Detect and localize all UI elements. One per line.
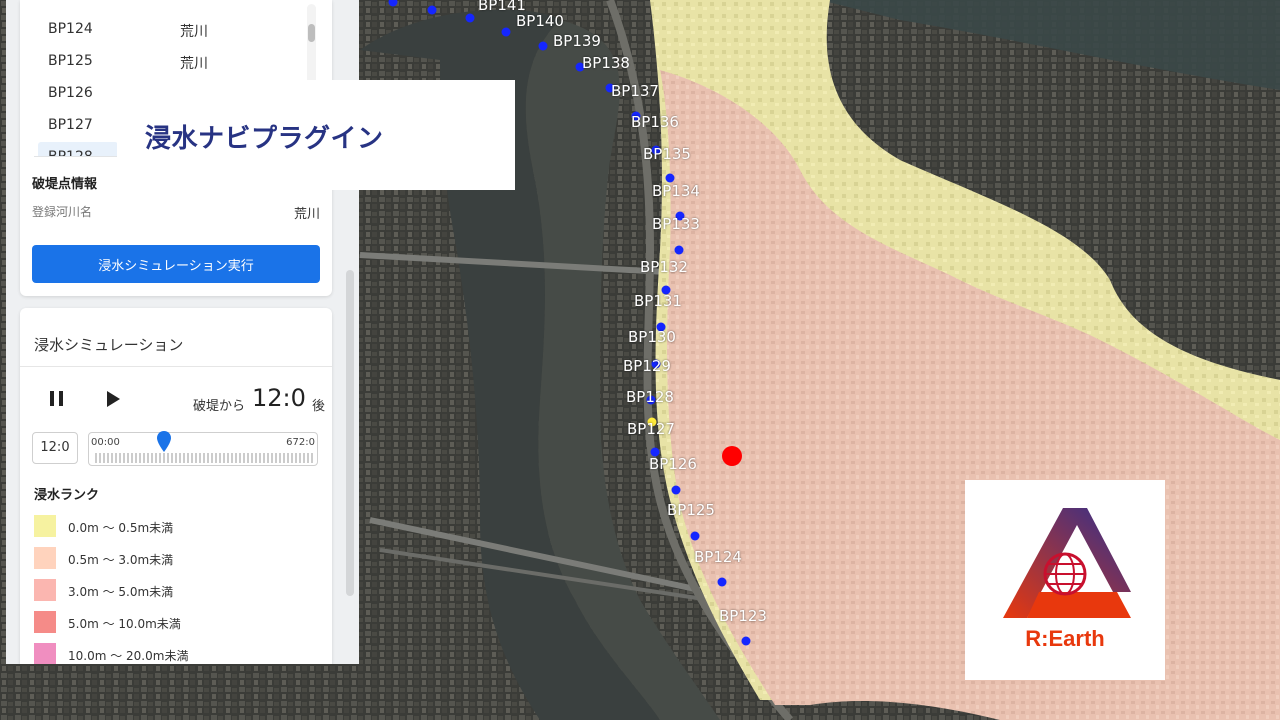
play-button[interactable] bbox=[102, 388, 124, 410]
simulation-card: 浸水シミュレーション 破堤から 12:0 後 12:0 00:00 672:0 … bbox=[20, 308, 332, 664]
list-item-id: BP128 bbox=[48, 149, 93, 157]
break-marker bbox=[671, 485, 681, 495]
break-point-label[interactable]: BP138 bbox=[582, 54, 630, 72]
legend-swatch bbox=[34, 643, 56, 664]
break-marker bbox=[465, 13, 475, 23]
list-item-id: BP126 bbox=[48, 85, 93, 101]
slider-start-label: 00:00 bbox=[91, 437, 120, 448]
simulation-title: 浸水シミュレーション bbox=[34, 336, 184, 354]
elapsed-time: 12:0 bbox=[252, 384, 306, 412]
flood-rank-title: 浸水ランク bbox=[34, 488, 100, 503]
slider-ticks bbox=[95, 453, 313, 463]
legend-label: 0.5m ～ 3.0m未満 bbox=[68, 553, 174, 567]
legend-label: 3.0m ～ 5.0m未満 bbox=[68, 585, 174, 599]
break-point-label[interactable]: BP137 bbox=[611, 82, 659, 100]
legend-item: 3.0m ～ 5.0m未満 bbox=[34, 579, 314, 603]
legend-item: 5.0m ～ 10.0m未満 bbox=[34, 611, 314, 635]
slider-end-label: 672:0 bbox=[286, 437, 315, 448]
break-point-label[interactable]: BP128 bbox=[626, 388, 674, 406]
break-point-label[interactable]: BP136 bbox=[631, 113, 679, 131]
breach-info-title: 破堤点情報 bbox=[32, 177, 98, 192]
legend-label: 5.0m ～ 10.0m未満 bbox=[68, 617, 181, 631]
legend-swatch bbox=[34, 579, 56, 601]
list-item[interactable]: BP124 荒川 bbox=[34, 14, 318, 46]
break-point-label[interactable]: BP129 bbox=[623, 357, 671, 375]
break-point-label[interactable]: BP126 bbox=[649, 455, 697, 473]
run-simulation-button[interactable]: 浸水シミュレーション実行 bbox=[32, 245, 320, 283]
list-item-selected[interactable]: BP128 bbox=[38, 142, 118, 157]
plugin-title-banner: 浸水ナビプラグイン bbox=[117, 80, 515, 190]
plugin-title: 浸水ナビプラグイン bbox=[145, 124, 384, 154]
time-prefix: 破堤から bbox=[193, 399, 246, 414]
time-slider[interactable]: 00:00 672:0 bbox=[88, 430, 318, 466]
break-point-label[interactable]: BP124 bbox=[694, 548, 742, 566]
legend-swatch bbox=[34, 515, 56, 537]
legend-swatch bbox=[34, 611, 56, 633]
list-item-river: 荒川 bbox=[180, 24, 208, 40]
breach-point-marker bbox=[722, 446, 742, 466]
legend-label: 0.0m ～ 0.5m未満 bbox=[68, 521, 174, 535]
break-point-label[interactable]: BP140 bbox=[516, 12, 564, 30]
break-marker bbox=[690, 531, 700, 541]
list-scrollbar-thumb[interactable] bbox=[308, 24, 315, 42]
divider bbox=[20, 366, 332, 367]
time-input[interactable]: 12:0 bbox=[32, 432, 78, 464]
reearth-logo-text: R:Earth bbox=[1025, 626, 1105, 651]
list-item-river: 荒川 bbox=[180, 56, 208, 72]
break-marker bbox=[501, 27, 511, 37]
break-point-label[interactable]: BP123 bbox=[719, 607, 767, 625]
reearth-logo-mark bbox=[1003, 508, 1131, 618]
list-item-id: BP125 bbox=[48, 53, 93, 69]
break-point-label[interactable]: BP125 bbox=[667, 501, 715, 519]
time-suffix: 後 bbox=[312, 399, 326, 414]
break-point-label[interactable]: BP130 bbox=[628, 328, 676, 346]
reearth-logo: R:Earth bbox=[965, 480, 1165, 680]
break-point-label[interactable]: BP133 bbox=[652, 215, 700, 233]
break-point-label[interactable]: BP134 bbox=[652, 182, 700, 200]
slider-handle[interactable] bbox=[156, 430, 172, 456]
break-point-label[interactable]: BP131 bbox=[634, 292, 682, 310]
break-marker bbox=[427, 5, 437, 15]
break-point-label[interactable]: BP127 bbox=[627, 420, 675, 438]
river-name-value: 荒川 bbox=[293, 207, 320, 222]
break-point-label[interactable]: BP132 bbox=[640, 258, 688, 276]
break-marker bbox=[741, 636, 751, 646]
list-item[interactable]: BP125 荒川 bbox=[34, 46, 318, 78]
break-marker bbox=[674, 245, 684, 255]
play-icon bbox=[107, 391, 120, 407]
break-marker bbox=[717, 577, 727, 587]
legend-item: 0.5m ～ 3.0m未満 bbox=[34, 547, 314, 571]
list-item-id: BP127 bbox=[48, 117, 93, 133]
break-point-label[interactable]: BP139 bbox=[553, 32, 601, 50]
panel-scrollbar[interactable] bbox=[346, 270, 354, 596]
break-point-label[interactable]: BP135 bbox=[643, 145, 691, 163]
legend-item: 0.0m ～ 0.5m未満 bbox=[34, 515, 314, 539]
legend-swatch bbox=[34, 547, 56, 569]
pause-icon bbox=[50, 391, 54, 406]
river-name-label: 登録河川名 bbox=[32, 205, 93, 219]
legend-item: 10.0m ～ 20.0m未満 bbox=[34, 643, 314, 664]
break-marker bbox=[538, 41, 548, 51]
legend-label: 10.0m ～ 20.0m未満 bbox=[68, 649, 189, 663]
list-item-id: BP124 bbox=[48, 21, 93, 37]
pause-button[interactable] bbox=[46, 388, 68, 410]
pause-icon bbox=[59, 391, 63, 406]
